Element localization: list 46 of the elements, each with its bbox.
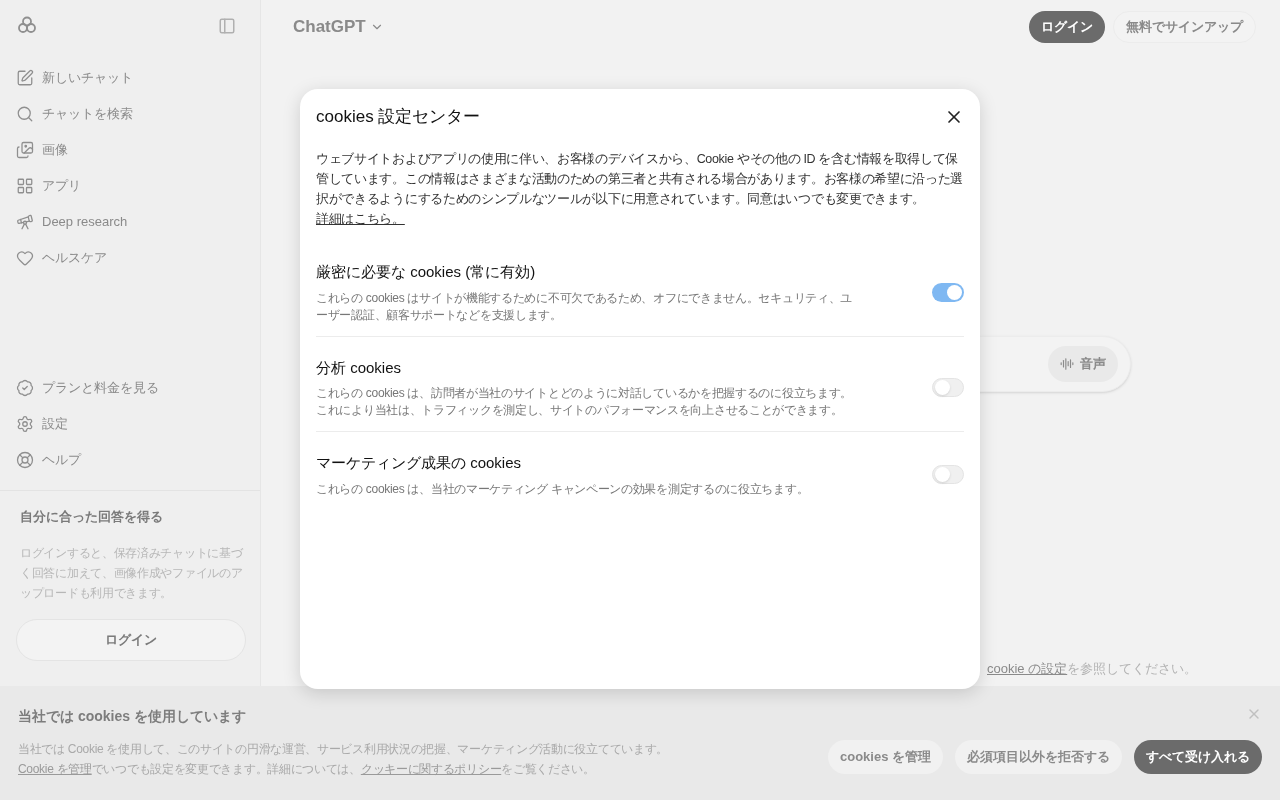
- telescope-icon: [16, 213, 34, 231]
- dialog-title: cookies 設定センター: [316, 106, 481, 129]
- sidebar-item[interactable]: 新しいチャット: [42, 68, 133, 88]
- toggle-switch[interactable]: [932, 465, 964, 485]
- sidebar-toggle-icon[interactable]: [218, 17, 236, 35]
- promo-title: 自分に合った回答を得る: [20, 508, 164, 526]
- waveform-icon: [1059, 357, 1074, 371]
- login-button[interactable]: ログイン: [16, 618, 246, 661]
- policy-link[interactable]: クッキーに関するポリシー: [360, 762, 502, 776]
- login-button[interactable]: ログイン: [1029, 11, 1105, 43]
- search-icon: [16, 105, 34, 123]
- signup-button[interactable]: 無料でサインアップ: [1113, 11, 1256, 43]
- sidebar-item[interactable]: アプリ: [42, 176, 81, 196]
- dialog-intro: ウェブサイトおよびアプリの使用に伴い、お客様のデバイスから、Cookie やその他の ID を含む情報を取得して保管しています。この情報はさまざまな活動のための第三者と共有される場合があります。お客様の希望に沿った選択ができるようにするためのシンプルなツールが以下に用意されています。同意はいつでも変更できます。 詳細はこちら。: [316, 151, 964, 228]
- sidebar-item[interactable]: Deep research: [42, 212, 128, 232]
- sidebar-item[interactable]: チャットを検索: [42, 104, 133, 124]
- banner-title: 当社では cookies を使用しています: [18, 707, 247, 726]
- sidebar-item[interactable]: ヘルスケア: [42, 248, 107, 268]
- model-selector[interactable]: ChatGPT: [293, 14, 384, 40]
- sidebar-item[interactable]: プランと料金を見る: [42, 378, 159, 398]
- toggle-switch[interactable]: [932, 282, 964, 302]
- sidebar-item[interactable]: ヘルプ: [42, 450, 81, 470]
- footer-notice: cookie の設定を参照してください。: [987, 660, 1198, 676]
- sidebar-item[interactable]: 設定: [42, 414, 68, 434]
- pen-square-icon: [16, 69, 34, 87]
- banner-button[interactable]: すべて受け入れる: [1134, 740, 1262, 774]
- banner-button[interactable]: 必須項目以外を拒否する: [955, 740, 1122, 774]
- category-description: これらの cookies はサイトが機能するために不可欠であるため、オフにできません。セキュリティ、ユーザー認証、顧客サポートなどを支援します。: [316, 289, 854, 324]
- category-title: 厳密に必要な cookies (常に有効): [316, 262, 537, 282]
- details-link[interactable]: 詳細はこちら。: [316, 212, 405, 226]
- settings-icon: [16, 415, 34, 433]
- images-icon: [16, 141, 34, 159]
- sidebar-item[interactable]: 画像: [42, 140, 68, 160]
- banner-button[interactable]: cookies を管理: [827, 740, 943, 774]
- heart-icon: [16, 249, 34, 267]
- lifebuoy-icon: [16, 451, 34, 469]
- category-title: マーケティング成果の cookies: [316, 453, 523, 473]
- grid-icon: [16, 177, 34, 195]
- voice-button[interactable]: 音声: [1047, 346, 1118, 382]
- category-description: これらの cookies は、当社のマーケティング キャンペーンの効果を測定するのに役立ちます。: [316, 480, 810, 498]
- toggle-switch[interactable]: [932, 378, 964, 398]
- category-description: これらの cookies は、訪問者が当社のサイトとどのように対話しているかを把握するのに役立ちます。これにより当社は、トラフィックを測定し、サイトのパフォーマンスを向上させることができます。: [316, 385, 854, 419]
- cookie-settings-link[interactable]: cookie の設定: [987, 660, 1068, 676]
- badge-check-icon: [16, 379, 34, 397]
- policy-link[interactable]: Cookie を管理: [18, 762, 92, 776]
- category-title: 分析 cookies: [316, 357, 403, 378]
